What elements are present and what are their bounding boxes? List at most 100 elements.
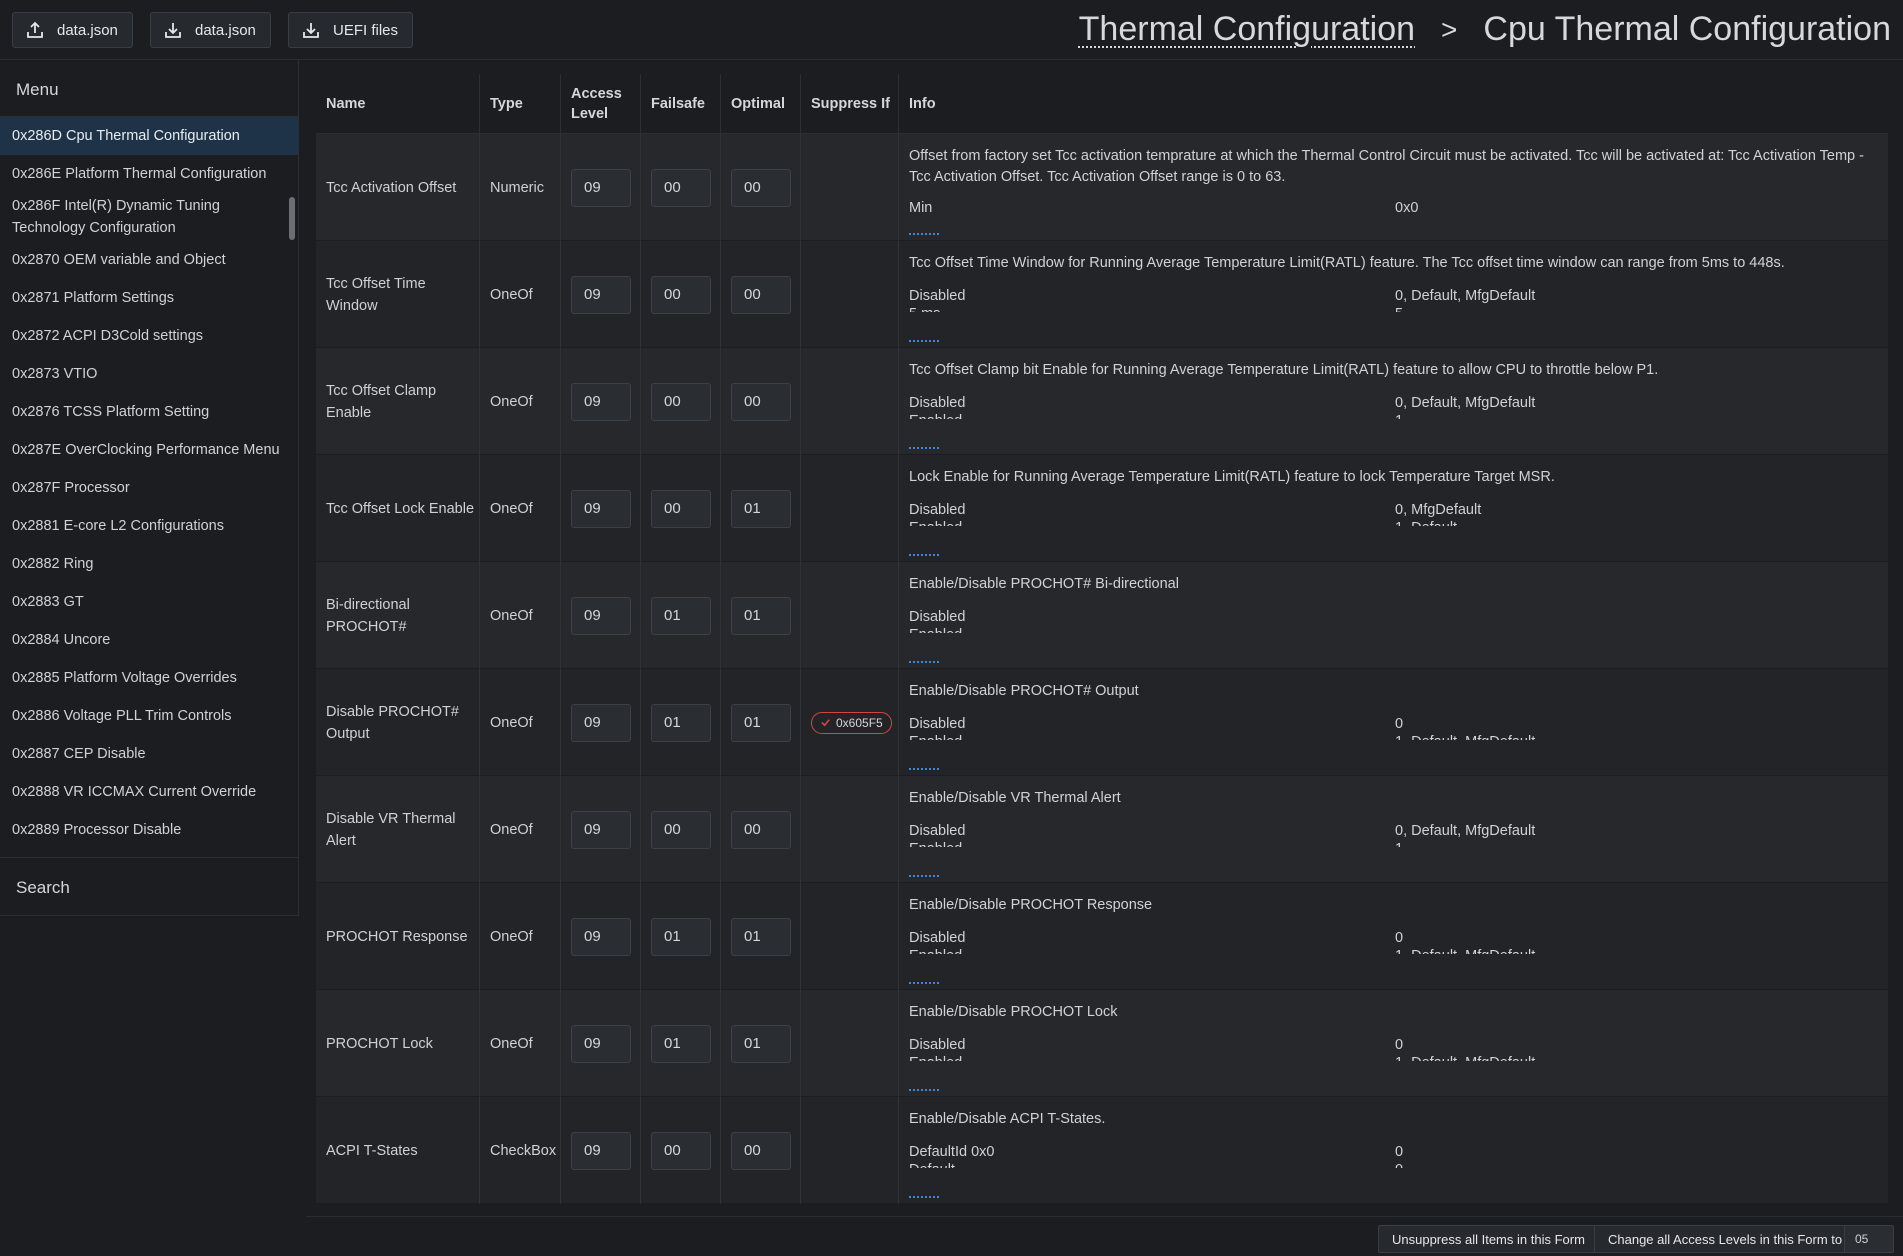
menu-item[interactable]: 0x2886 Voltage PLL Trim Controls	[0, 697, 298, 735]
row-name: PROCHOT Lock	[326, 1035, 433, 1052]
suppress-badge[interactable]: 0x605F5	[811, 711, 892, 734]
expand-info-link[interactable]	[909, 661, 939, 663]
optimal-input[interactable]: 00	[731, 810, 791, 849]
optimal-input[interactable]: 01	[731, 1024, 791, 1063]
optimal-input[interactable]: 01	[731, 596, 791, 635]
menu-item[interactable]: 0x2882 Ring	[0, 545, 298, 583]
info-description: Enable/Disable VR Thermal Alert	[909, 790, 1121, 806]
info-cell: Tcc Offset Time Window for Running Avera…	[898, 241, 1888, 348]
search-section[interactable]: Search	[0, 857, 298, 915]
change-access-levels-button[interactable]: Change all Access Levels in this Form to	[1594, 1225, 1857, 1253]
expand-info-link[interactable]	[909, 982, 939, 984]
access-level-input[interactable]: 05	[1844, 1225, 1894, 1253]
download-uefi-button[interactable]: UEFI files	[288, 12, 414, 48]
unsuppress-all-button[interactable]: Unsuppress all Items in this Form	[1378, 1225, 1599, 1253]
failsafe-input[interactable]: 01	[651, 703, 711, 742]
failsafe-input[interactable]: 00	[651, 382, 711, 421]
option-label: Enabled	[909, 518, 962, 526]
info-cell: Enable/Disable PROCHOT Response Disabled 0…	[898, 883, 1888, 990]
failsafe-input[interactable]: 00	[651, 275, 711, 314]
table-row: Tcc Offset Time Window OneOf 09 00 00 Tcc Off…	[316, 241, 1888, 348]
optimal-input[interactable]: 01	[731, 703, 791, 742]
menu-item[interactable]: 0x2881 E-core L2 Configurations	[0, 507, 298, 545]
suppress-if-cell	[800, 134, 898, 241]
access-level-input[interactable]: 09	[571, 596, 631, 635]
menu-item[interactable]: 0x2873 VTIO	[0, 355, 298, 393]
row-name: Tcc Offset Time Window	[326, 275, 426, 314]
access-level-input[interactable]: 09	[571, 1131, 631, 1170]
failsafe-cell: 01	[640, 883, 720, 990]
info-options: DisabledEnabled	[909, 603, 1878, 643]
optimal-input[interactable]: 01	[731, 489, 791, 528]
menu-item[interactable]: 0x2887 CEP Disable	[0, 735, 298, 773]
menu-list[interactable]: 0x286D Cpu Thermal Configuration 0x286E …	[0, 117, 298, 857]
access-level-input[interactable]: 09	[571, 275, 631, 314]
expand-info-link[interactable]	[909, 233, 939, 235]
menu-item[interactable]: 0x2870 OEM variable and Object	[0, 241, 298, 279]
download-json-label: data.json	[195, 21, 256, 39]
suppress-if-cell	[800, 562, 898, 669]
option-label: Min	[909, 200, 933, 216]
option-value: 0, Default, MfgDefault	[1395, 823, 1536, 839]
download-icon	[303, 23, 319, 38]
failsafe-input[interactable]: 00	[651, 1131, 711, 1170]
suppress-if-cell	[800, 1097, 898, 1204]
access-level-input[interactable]: 09	[571, 382, 631, 421]
row-name: Disable PROCHOT# Output	[326, 703, 459, 742]
menu-item[interactable]: 0x287E OverClocking Performance Menu	[0, 431, 298, 469]
failsafe-input[interactable]: 01	[651, 1024, 711, 1063]
menu-item[interactable]: 0x2883 GT	[0, 583, 298, 621]
failsafe-input[interactable]: 00	[651, 168, 711, 207]
info-options: Disabled0Enabled1, Default, MfgDefault	[909, 924, 1878, 964]
optimal-input[interactable]: 01	[731, 917, 791, 956]
optimal-input[interactable]: 00	[731, 168, 791, 207]
optimal-input[interactable]: 00	[731, 1131, 791, 1170]
expand-info-link[interactable]	[909, 447, 939, 449]
download-uefi-label: UEFI files	[333, 21, 399, 39]
menu-item[interactable]: 0x2885 Platform Voltage Overrides	[0, 659, 298, 697]
access-level-input[interactable]: 09	[571, 1024, 631, 1063]
failsafe-input[interactable]: 00	[651, 489, 711, 528]
table-row: Tcc Activation Offset Numeric 09 00 00 Offset…	[316, 134, 1888, 241]
upload-json-button[interactable]: data.json	[12, 12, 133, 48]
expand-info-link[interactable]	[909, 340, 939, 342]
optimal-input[interactable]: 00	[731, 275, 791, 314]
expand-info-link[interactable]	[909, 1196, 939, 1198]
menu-item[interactable]: 0x2872 ACPI D3Cold settings	[0, 317, 298, 355]
expand-info-link[interactable]	[909, 875, 939, 877]
expand-info-link[interactable]	[909, 768, 939, 770]
access-level-input[interactable]: 09	[571, 810, 631, 849]
info-options: Disabled0Enabled1, Default, MfgDefault	[909, 1031, 1878, 1071]
menu-item[interactable]: 0x2889 Processor Disable	[0, 811, 298, 849]
menu-item[interactable]: 0x286F Intel(R) Dynamic Tuning Technolog…	[0, 193, 298, 241]
header-name: Name	[326, 96, 366, 112]
download-icon	[165, 23, 181, 38]
menu-scrollbar-thumb[interactable]	[289, 197, 295, 240]
failsafe-input[interactable]: 01	[651, 596, 711, 635]
access-level-input[interactable]: 09	[571, 917, 631, 956]
menu-item[interactable]: 0x2888 VR ICCMAX Current Override	[0, 773, 298, 811]
failsafe-input[interactable]: 00	[651, 810, 711, 849]
access-level-input[interactable]: 09	[571, 489, 631, 528]
optimal-input[interactable]: 00	[731, 382, 791, 421]
access-level-cell: 09	[560, 455, 640, 562]
info-description: Tcc Offset Clamp bit Enable for Running …	[909, 362, 1659, 378]
expand-info-link[interactable]	[909, 554, 939, 556]
menu-item[interactable]: 0x2876 TCSS Platform Setting	[0, 393, 298, 431]
table-row: Disable PROCHOT# Output OneOf 09 01 01 0x605F…	[316, 669, 1888, 776]
suppress-if-cell	[800, 455, 898, 562]
menu-item[interactable]: 0x286E Platform Thermal Configuration	[0, 155, 298, 193]
access-level-input[interactable]: 09	[571, 703, 631, 742]
expand-info-link[interactable]	[909, 1089, 939, 1091]
breadcrumb-parent-link[interactable]: Thermal Configuration	[1079, 10, 1415, 49]
header-info: Info	[898, 74, 1888, 134]
menu-item[interactable]: 0x2871 Platform Settings	[0, 279, 298, 317]
header-failsafe: Failsafe	[640, 74, 720, 134]
menu-item[interactable]: 0x2884 Uncore	[0, 621, 298, 659]
failsafe-input[interactable]: 01	[651, 917, 711, 956]
access-level-input[interactable]: 09	[571, 168, 631, 207]
download-json-button[interactable]: data.json	[150, 12, 271, 48]
row-type: Numeric	[479, 134, 560, 241]
menu-item[interactable]: 0x286D Cpu Thermal Configuration	[0, 117, 298, 155]
menu-item[interactable]: 0x287F Processor	[0, 469, 298, 507]
